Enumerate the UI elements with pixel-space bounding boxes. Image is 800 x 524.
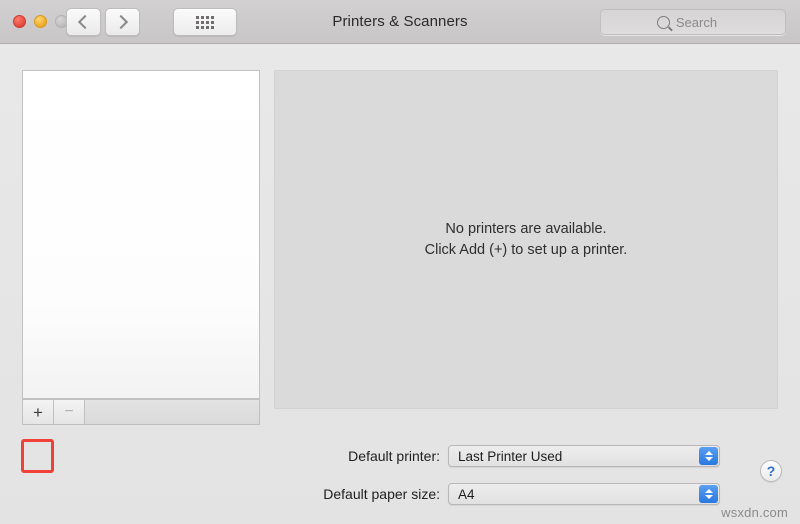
default-paper-size-value: A4: [458, 486, 475, 502]
default-paper-size-row: Default paper size: A4: [0, 483, 720, 505]
default-printer-value: Last Printer Used: [458, 448, 563, 464]
chevron-up-icon: [704, 489, 713, 493]
screenshot-root: Printers & Scanners Search + − No printe…: [0, 0, 800, 524]
printer-list-toolbar-filler: [84, 399, 260, 425]
search-icon: [656, 15, 670, 29]
default-paper-size-stepper-icon[interactable]: [699, 485, 718, 503]
chevron-down-icon: [704, 495, 713, 499]
site-watermark: wsxdn.com: [721, 505, 788, 520]
default-paper-size-label: Default paper size:: [323, 486, 440, 502]
chevron-down-icon: [704, 457, 713, 461]
chevron-up-icon: [704, 451, 713, 455]
printer-list[interactable]: [22, 70, 260, 399]
window-toolbar: Printers & Scanners Search: [0, 0, 800, 44]
help-button[interactable]: ?: [760, 460, 782, 482]
remove-printer-button: −: [53, 399, 84, 425]
empty-state-message: No printers are available. Click Add (+)…: [425, 219, 628, 261]
empty-state-line-2: Click Add (+) to set up a printer.: [424, 241, 628, 258]
system-preferences-window: Printers & Scanners Search + − No printe…: [0, 0, 800, 524]
printer-list-toolbar: + −: [22, 399, 260, 425]
default-printer-stepper-icon[interactable]: [699, 447, 718, 465]
default-paper-size-select[interactable]: A4: [448, 483, 720, 505]
default-printer-label: Default printer:: [348, 448, 440, 464]
search-field[interactable]: Search: [600, 9, 786, 35]
search-field-inner: Search: [656, 14, 718, 30]
empty-state-line-1: No printers are available.: [445, 220, 607, 237]
search-placeholder: Search: [675, 14, 718, 30]
default-printer-select[interactable]: Last Printer Used: [448, 445, 720, 467]
default-printer-row: Default printer: Last Printer Used: [0, 445, 720, 467]
preferences-content: + − No printers are available. Click Add…: [0, 44, 800, 524]
printer-detail-panel: No printers are available. Click Add (+)…: [274, 70, 778, 409]
add-printer-button[interactable]: +: [22, 399, 53, 425]
